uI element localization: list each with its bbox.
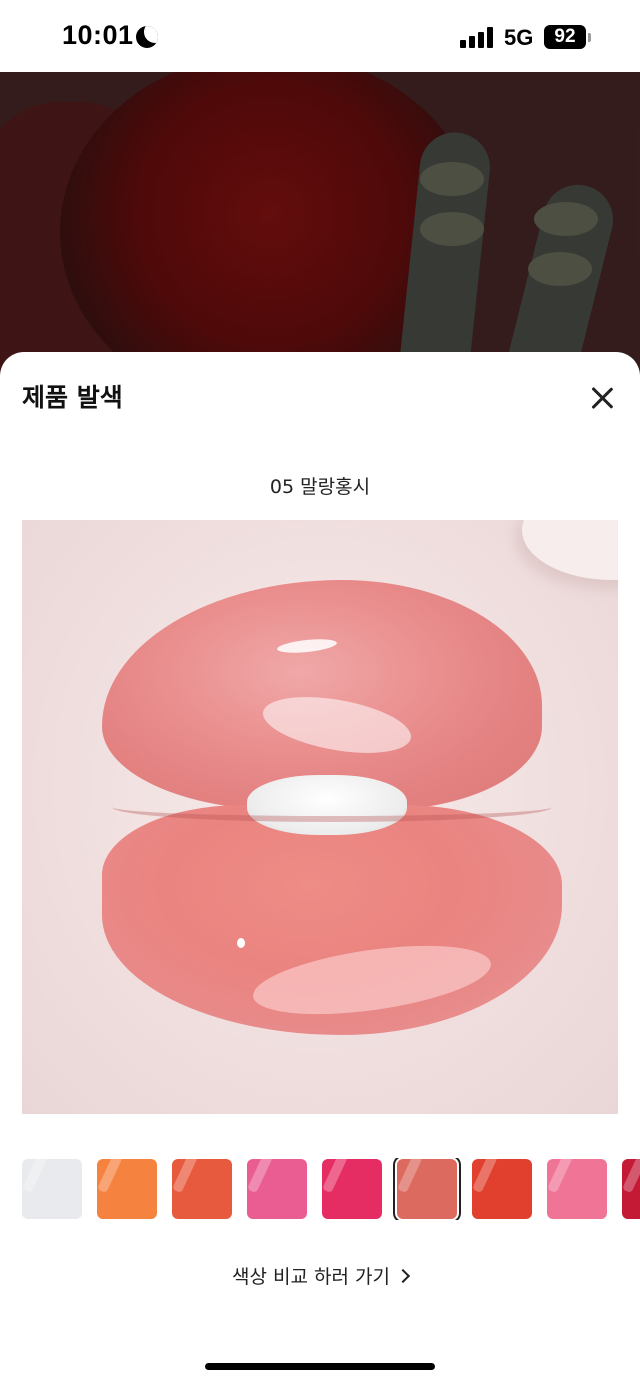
color-chip-list (0, 1158, 640, 1220)
close-icon (584, 380, 620, 416)
shade-name: 05 말랑홍시 (269, 476, 371, 498)
signal-icon (460, 27, 494, 48)
close-button[interactable] (584, 380, 620, 416)
moon-icon (136, 26, 158, 48)
battery-level: 92 (554, 26, 576, 47)
color-chip[interactable] (22, 1159, 82, 1219)
status-bar: 10:01 5G 92 (0, 0, 640, 72)
chevron-right-icon (395, 1268, 411, 1284)
color-chip[interactable] (247, 1159, 307, 1219)
color-chip[interactable] (547, 1159, 607, 1219)
color-chip[interactable] (622, 1159, 640, 1219)
background-product-photo (0, 72, 640, 392)
status-time: 10:01 (62, 20, 134, 50)
color-chip[interactable] (322, 1159, 382, 1219)
compare-colors-label: 색상 비교 하러 가기 (232, 1266, 390, 1288)
home-indicator (205, 1363, 435, 1370)
product-color-sheet: 제품 발색 05 말랑홍시 색상 비교 하러 가기 (0, 352, 640, 1384)
sheet-title: 제품 발색 (22, 383, 123, 412)
color-chip[interactable] (472, 1159, 532, 1219)
network-label: 5G (504, 25, 534, 50)
color-chip[interactable] (393, 1158, 461, 1220)
compare-colors-link[interactable]: 색상 비교 하러 가기 (0, 1262, 640, 1289)
battery-icon: 92 (544, 25, 586, 49)
color-chip[interactable] (172, 1159, 232, 1219)
battery-tip (588, 33, 591, 42)
color-chip[interactable] (97, 1159, 157, 1219)
lip-swatch-photo (22, 520, 618, 1114)
